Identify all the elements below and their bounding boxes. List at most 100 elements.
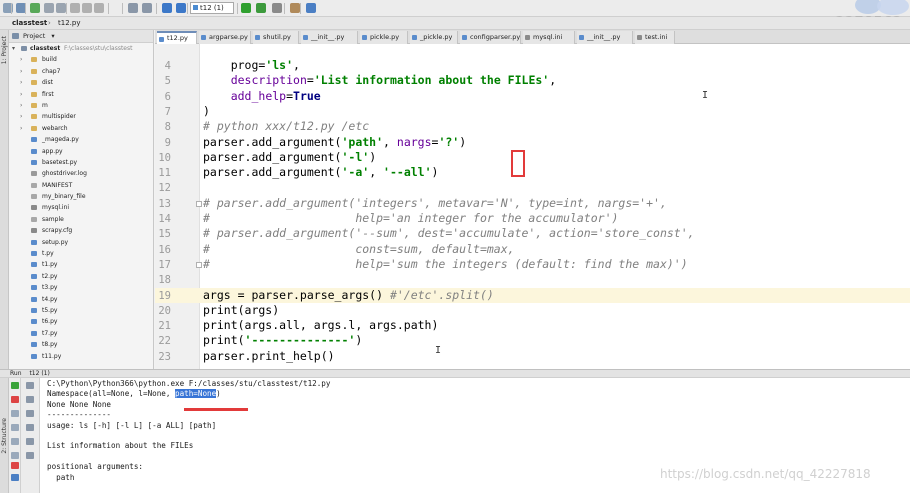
tree-file[interactable]: scrapy.cfg — [9, 225, 153, 236]
code-line[interactable]: prog='ls', — [203, 58, 300, 72]
structure-tool-button[interactable]: 2: Structure — [1, 418, 8, 454]
code-line[interactable]: # help='an integer for the accumulator') — [203, 211, 618, 225]
code-line[interactable]: parser.print_help() — [203, 349, 335, 363]
tree-folder[interactable]: › first — [9, 89, 153, 100]
tree-file[interactable]: t8.py — [9, 339, 153, 350]
close-icon[interactable] — [11, 462, 19, 469]
editor-tab[interactable]: __init__.py — [577, 31, 633, 44]
pin-icon[interactable] — [11, 452, 19, 459]
scroll-up-icon[interactable] — [26, 382, 34, 389]
tree-file[interactable]: t7.py — [9, 328, 153, 339]
redo-icon[interactable] — [56, 3, 66, 13]
breadcrumb-file[interactable]: t12.py — [58, 19, 80, 27]
replace-icon[interactable] — [142, 3, 152, 13]
code-line[interactable]: args = parser.parse_args() #'/etc'.split… — [203, 288, 494, 302]
run-configuration-select[interactable]: t12 (1) — [190, 2, 234, 14]
print-icon[interactable] — [26, 438, 34, 445]
help-icon[interactable] — [11, 474, 19, 481]
chevron-right-icon[interactable]: › — [20, 66, 22, 77]
tree-file[interactable]: ghostdriver.log — [9, 168, 153, 179]
chevron-right-icon[interactable]: › — [20, 89, 22, 100]
tree-file[interactable]: t6.py — [9, 316, 153, 327]
stop-icon[interactable] — [272, 3, 282, 13]
fold-marker-icon[interactable] — [196, 201, 202, 207]
project-tool-button[interactable]: 1: Project — [1, 36, 8, 64]
editor-tab[interactable]: mysql.ini — [523, 31, 575, 44]
clear-all-icon[interactable] — [26, 452, 34, 459]
chevron-right-icon[interactable]: › — [20, 100, 22, 111]
run-panel-config[interactable]: t12 (1) — [29, 370, 49, 377]
help-icon[interactable] — [306, 3, 316, 13]
tree-file[interactable]: t.py — [9, 248, 153, 259]
chevron-right-icon[interactable]: › — [20, 123, 22, 134]
tree-file[interactable]: _mageda.py — [9, 134, 153, 145]
tree-file[interactable]: t5.py — [9, 305, 153, 316]
tree-file[interactable]: sample — [9, 214, 153, 225]
tree-file[interactable]: basetest.py — [9, 157, 153, 168]
editor-tab[interactable]: configparser.py — [460, 31, 521, 44]
editor-tab[interactable]: shutil.py — [253, 31, 299, 44]
project-panel-header[interactable]: Project ▾ — [9, 30, 153, 43]
editor-tab[interactable]: test.ini — [635, 31, 675, 44]
code-line[interactable]: # help='sum the integers (default: find … — [203, 257, 688, 271]
code-line[interactable]: print(args.all, args.l, args.path) — [203, 318, 438, 332]
editor-tab[interactable]: t12.py — [157, 31, 197, 44]
code-line[interactable]: description='List information about the … — [203, 73, 556, 87]
tree-file[interactable]: t3.py — [9, 282, 153, 293]
code-line[interactable]: parser.add_argument('-a', '--all') — [203, 165, 438, 179]
code-line[interactable]: # parser.add_argument('integers', metava… — [203, 196, 667, 210]
stop-icon[interactable] — [11, 396, 19, 403]
settings-icon[interactable] — [290, 3, 300, 13]
chevron-right-icon[interactable]: › — [20, 54, 22, 65]
breadcrumb-project[interactable]: classtest — [12, 19, 47, 27]
dump-threads-icon[interactable] — [11, 424, 19, 431]
tree-file[interactable]: MANIFEST — [9, 180, 153, 191]
tree-root[interactable]: ▾ classtest F:\classes\stu\classtest — [9, 43, 153, 54]
code-line[interactable]: print(args) — [203, 303, 279, 317]
fold-marker-icon[interactable] — [196, 262, 202, 268]
code-line[interactable]: # python xxx/t12.py /etc — [203, 119, 369, 133]
code-line[interactable]: parser.add_argument('-l') — [203, 150, 376, 164]
tree-file[interactable]: app.py — [9, 146, 153, 157]
copy-icon[interactable] — [82, 3, 92, 13]
soft-wrap-icon[interactable] — [26, 410, 34, 417]
tree-folder[interactable]: › multispider — [9, 111, 153, 122]
back-icon[interactable] — [162, 3, 172, 13]
code-line[interactable]: parser.add_argument('path', nargs='?') — [203, 135, 466, 149]
chevron-down-icon[interactable]: ▾ — [12, 43, 15, 54]
tree-folder[interactable]: › build — [9, 54, 153, 65]
editor-tab[interactable]: pickle.py — [360, 31, 408, 44]
editor-tab[interactable]: __init__.py — [301, 31, 358, 44]
tree-file[interactable]: t2.py — [9, 271, 153, 282]
tree-file[interactable]: setup.py — [9, 237, 153, 248]
code-line[interactable]: # const=sum, default=max, — [203, 242, 515, 256]
tree-file[interactable]: t4.py — [9, 294, 153, 305]
rerun-icon[interactable] — [11, 382, 19, 389]
dropdown-icon[interactable]: ▾ — [51, 32, 54, 40]
debug-icon[interactable] — [256, 3, 266, 13]
tree-file[interactable]: my_binary_file — [9, 191, 153, 202]
pause-icon[interactable] — [11, 410, 19, 417]
tree-file[interactable]: t1.py — [9, 259, 153, 270]
paste-icon[interactable] — [94, 3, 104, 13]
editor-tab[interactable]: argparse.py — [199, 31, 251, 44]
find-icon[interactable] — [128, 3, 138, 13]
selected-text[interactable]: path=None — [175, 389, 217, 399]
forward-icon[interactable] — [176, 3, 186, 13]
cut-icon[interactable] — [70, 3, 80, 13]
tree-folder[interactable]: › dist — [9, 77, 153, 88]
chevron-right-icon[interactable]: › — [20, 77, 22, 88]
sync-icon[interactable] — [30, 3, 40, 13]
chevron-right-icon[interactable]: › — [20, 111, 22, 122]
scroll-to-end-icon[interactable] — [26, 424, 34, 431]
tree-folder[interactable]: › webarch — [9, 123, 153, 134]
code-line[interactable]: # parser.add_argument('--sum', dest='acc… — [203, 226, 695, 240]
tree-folder[interactable]: › chap7 — [9, 66, 153, 77]
settings-icon[interactable] — [11, 438, 19, 445]
code-line[interactable]: print('--------------') — [203, 333, 362, 347]
code-line[interactable]: add_help=True — [203, 89, 321, 103]
tree-file[interactable]: mysql.ini — [9, 202, 153, 213]
scroll-down-icon[interactable] — [26, 396, 34, 403]
code-line[interactable]: ) — [203, 104, 210, 118]
tree-folder[interactable]: › m — [9, 100, 153, 111]
